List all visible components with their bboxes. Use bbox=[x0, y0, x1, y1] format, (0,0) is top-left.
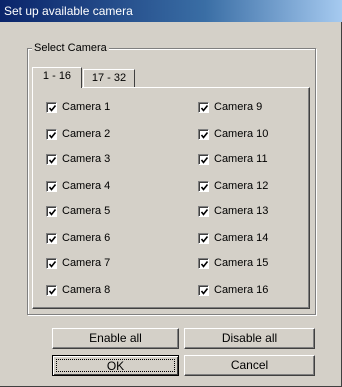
camera-15-checkbox[interactable]: Camera 15 bbox=[198, 256, 268, 270]
checkmark-icon bbox=[48, 208, 57, 216]
camera-6-checkbox[interactable]: Camera 6 bbox=[46, 231, 110, 245]
enable-all-button[interactable]: Enable all bbox=[52, 328, 179, 349]
camera-12-checkbox[interactable]: Camera 12 bbox=[198, 179, 268, 193]
checkbox-box[interactable] bbox=[46, 153, 57, 165]
camera-label: Camera 2 bbox=[62, 128, 111, 140]
checkmark-icon bbox=[200, 208, 209, 216]
camera-label: Camera 15 bbox=[214, 257, 269, 269]
camera-label: Camera 5 bbox=[62, 205, 111, 217]
camera-8-checkbox[interactable]: Camera 8 bbox=[46, 283, 110, 297]
camera-label: Camera 10 bbox=[214, 128, 269, 140]
checkmark-icon bbox=[200, 183, 209, 191]
cancel-button[interactable]: Cancel bbox=[184, 355, 315, 376]
camera-label: Camera 16 bbox=[214, 284, 269, 296]
camera-1-checkbox[interactable]: Camera 1 bbox=[46, 100, 110, 114]
camera-14-checkbox[interactable]: Camera 14 bbox=[198, 231, 268, 245]
ok-button-label: OK bbox=[56, 359, 175, 372]
checkbox-box[interactable] bbox=[198, 101, 209, 113]
checkmark-icon bbox=[200, 104, 209, 112]
camera-13-checkbox[interactable]: Camera 13 bbox=[198, 204, 268, 218]
checkbox-box[interactable] bbox=[46, 232, 57, 244]
camera-2-checkbox[interactable]: Camera 2 bbox=[46, 127, 110, 141]
camera-3-checkbox[interactable]: Camera 3 bbox=[46, 152, 110, 166]
disable-all-button[interactable]: Disable all bbox=[184, 328, 315, 349]
checkbox-box[interactable] bbox=[46, 128, 57, 140]
checkmark-icon bbox=[48, 235, 57, 243]
camera-label: Camera 3 bbox=[62, 153, 111, 165]
ok-button[interactable]: OK bbox=[52, 355, 179, 376]
camera-5-checkbox[interactable]: Camera 5 bbox=[46, 204, 110, 218]
tab-cameras-1-16[interactable]: 1 - 16 bbox=[32, 67, 82, 88]
camera-label: Camera 14 bbox=[214, 232, 269, 244]
title-bar: Set up available camera bbox=[0, 0, 342, 22]
checkbox-box[interactable] bbox=[198, 232, 209, 244]
camera-7-checkbox[interactable]: Camera 7 bbox=[46, 256, 110, 270]
checkbox-box[interactable] bbox=[198, 153, 209, 165]
camera-label: Camera 4 bbox=[62, 180, 111, 192]
checkmark-icon bbox=[48, 156, 57, 164]
checkbox-box[interactable] bbox=[198, 257, 209, 269]
checkmark-icon bbox=[48, 131, 57, 139]
tab-panel bbox=[32, 87, 310, 309]
checkmark-icon bbox=[200, 287, 209, 295]
checkbox-box[interactable] bbox=[46, 284, 57, 296]
checkbox-box[interactable] bbox=[46, 257, 57, 269]
checkmark-icon bbox=[48, 183, 57, 191]
camera-11-checkbox[interactable]: Camera 11 bbox=[198, 152, 268, 166]
camera-label: Camera 8 bbox=[62, 284, 111, 296]
checkmark-icon bbox=[200, 235, 209, 243]
tab-cameras-17-32[interactable]: 17 - 32 bbox=[83, 69, 135, 87]
camera-label: Camera 12 bbox=[214, 180, 269, 192]
camera-label: Camera 11 bbox=[214, 153, 268, 165]
checkbox-box[interactable] bbox=[46, 205, 57, 217]
camera-label: Camera 13 bbox=[214, 205, 269, 217]
camera-label: Camera 6 bbox=[62, 232, 111, 244]
camera-10-checkbox[interactable]: Camera 10 bbox=[198, 127, 268, 141]
camera-label: Camera 1 bbox=[62, 101, 111, 113]
checkmark-icon bbox=[200, 131, 209, 139]
checkmark-icon bbox=[48, 287, 57, 295]
checkbox-box[interactable] bbox=[198, 180, 209, 192]
camera-4-checkbox[interactable]: Camera 4 bbox=[46, 179, 110, 193]
camera-16-checkbox[interactable]: Camera 16 bbox=[198, 283, 268, 297]
group-label: Select Camera bbox=[32, 41, 109, 55]
checkmark-icon bbox=[200, 156, 209, 164]
camera-label: Camera 7 bbox=[62, 257, 111, 269]
checkmark-icon bbox=[48, 104, 57, 112]
checkbox-box[interactable] bbox=[46, 180, 57, 192]
camera-setup-dialog: Set up available camera Select Camera 1 … bbox=[0, 0, 342, 387]
checkmark-icon bbox=[200, 260, 209, 268]
checkbox-box[interactable] bbox=[198, 205, 209, 217]
camera-9-checkbox[interactable]: Camera 9 bbox=[198, 100, 262, 114]
checkbox-box[interactable] bbox=[198, 128, 209, 140]
checkbox-box[interactable] bbox=[198, 284, 209, 296]
camera-label: Camera 9 bbox=[214, 101, 263, 113]
checkmark-icon bbox=[48, 260, 57, 268]
window-title: Set up available camera bbox=[4, 4, 133, 18]
checkbox-box[interactable] bbox=[46, 101, 57, 113]
